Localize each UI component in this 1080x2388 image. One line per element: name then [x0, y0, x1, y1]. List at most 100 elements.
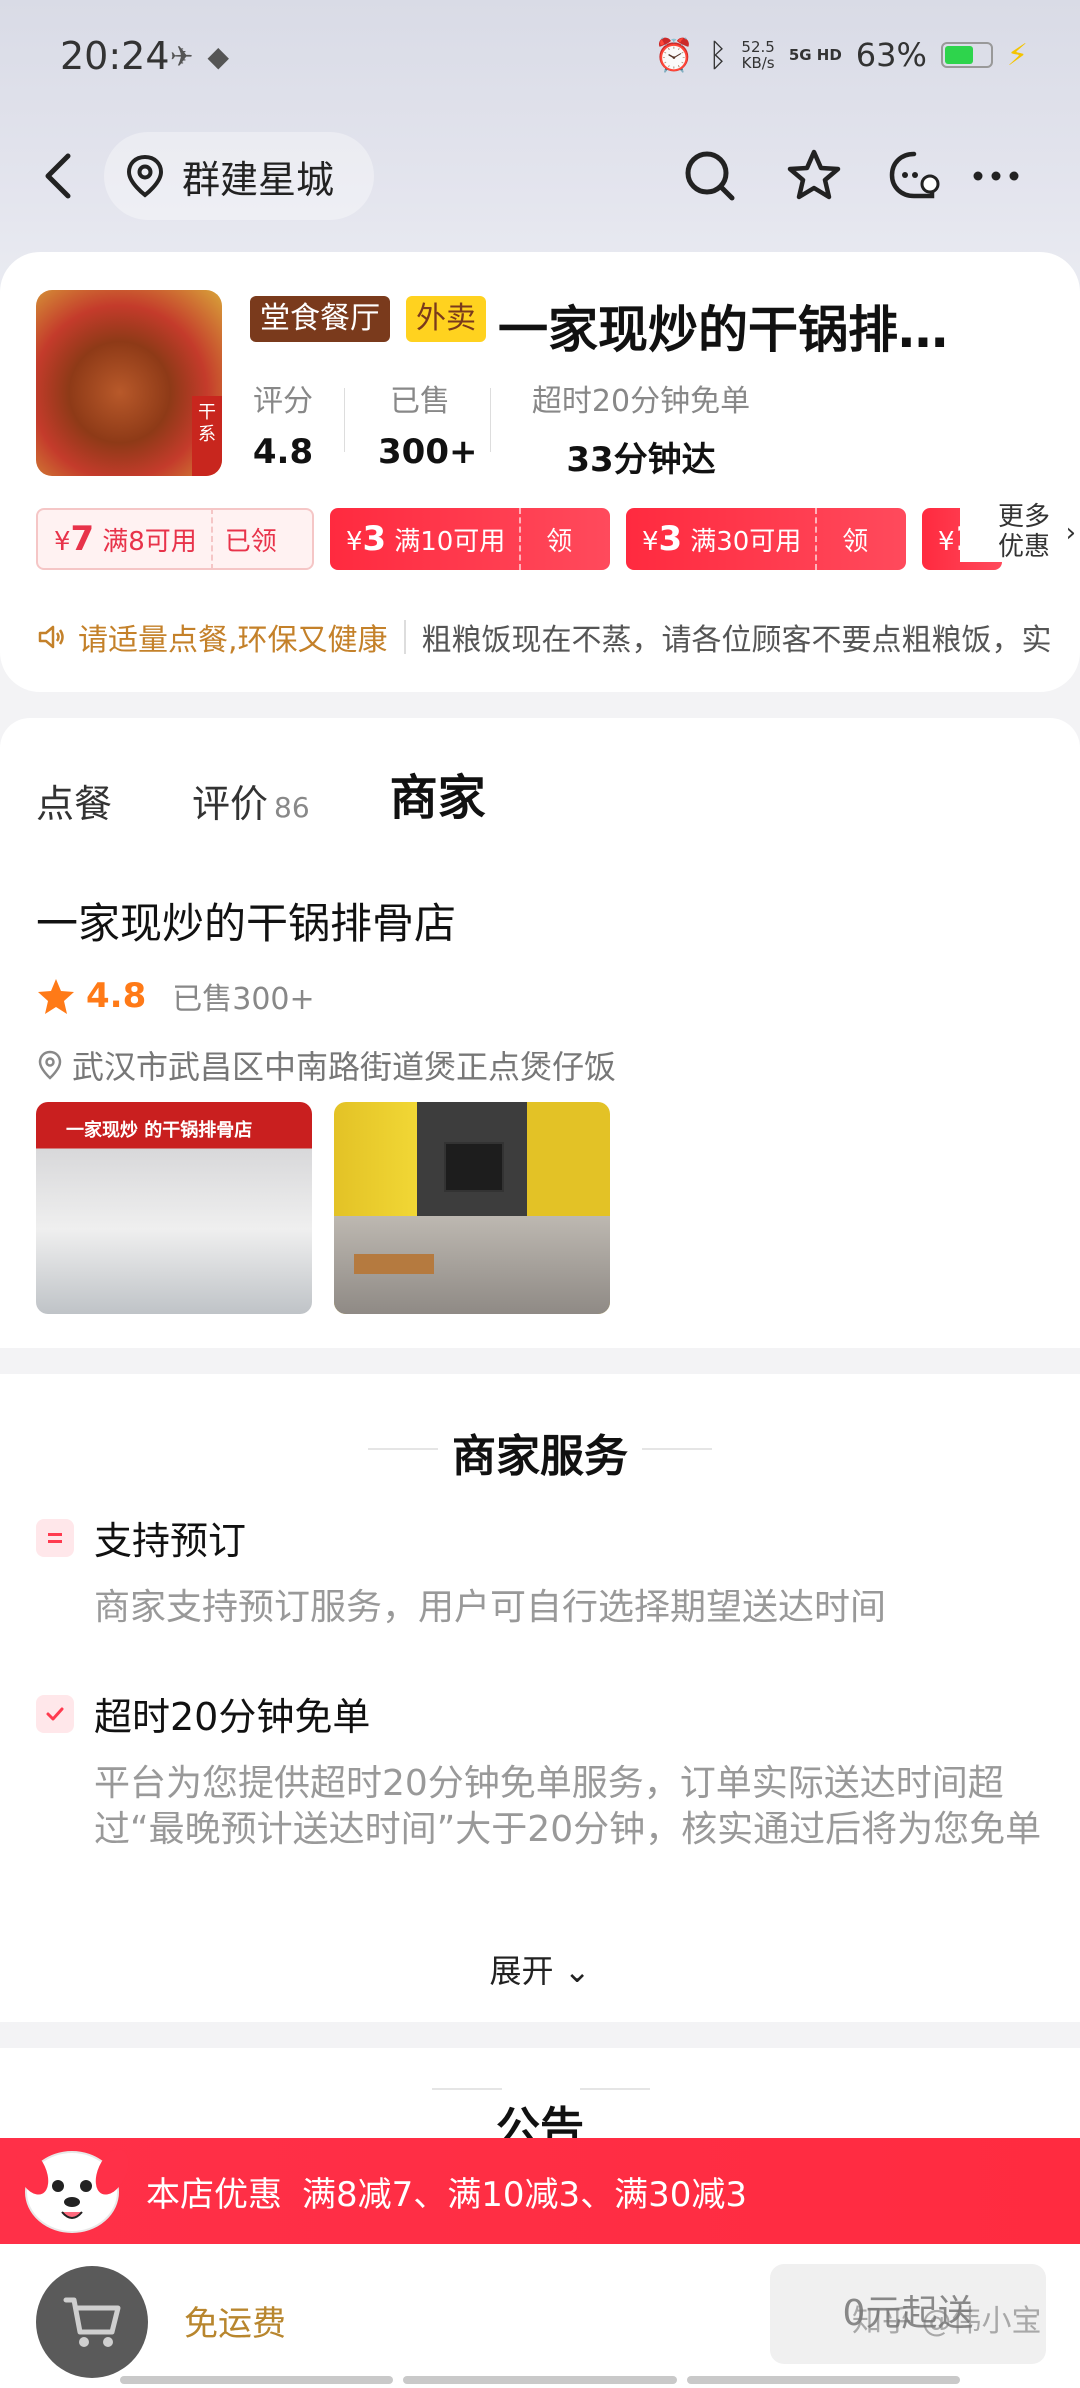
tab-merchant[interactable]: 商家 — [389, 758, 486, 828]
service-header: 超时20分钟免单 — [36, 1686, 1046, 1741]
net-speed-unit: KB/s — [741, 54, 775, 72]
coupon-condition: 满8可用 — [102, 526, 197, 557]
service-title: 超时20分钟免单 — [94, 1695, 371, 1739]
star-icon[interactable] — [784, 146, 844, 206]
store-sign-text: 一家现炒 的干锅排骨店 — [66, 1120, 253, 1141]
net-speed: 52.5 KB/s — [741, 39, 774, 71]
status-bar: 20:24 ✈ ◆ ⏰ ᛒ 52.5 KB/s 5G HD 63% ⚡ — [0, 0, 1080, 118]
divider — [403, 620, 406, 654]
tab-reviews[interactable]: 评价 86 — [192, 773, 310, 828]
stat-value: 33分钟达 — [566, 440, 716, 480]
status-notification-icons: ✈ ◆ — [170, 40, 229, 73]
location-pin-icon — [126, 154, 164, 198]
app-notification-icon: ◆ — [207, 40, 230, 73]
more-deals-button[interactable]: 更多 优惠 › — [960, 502, 1080, 562]
coupon-amount: ¥7 — [54, 519, 95, 559]
promo-text: 满8减7、满10减3、满30减3 — [302, 2174, 748, 2215]
divider — [490, 388, 491, 452]
store-photo-front[interactable]: 一家现炒 的干锅排骨店 — [36, 1102, 312, 1314]
expand-button[interactable]: 展开 ⌄ — [0, 1946, 1080, 1992]
notice-marquee[interactable]: 请适量点餐,环保又健康 粗粮饭现在不蒸，请各位顾客不要点粗粮饭，实 — [36, 612, 1080, 662]
merchant-services-section: 商家服务 支持预订 商家支持预订服务，用户可自行选择期望送达时间 超时20分钟免… — [0, 1374, 1080, 2022]
expand-label: 展开 — [489, 1952, 554, 1990]
title-line — [642, 1448, 712, 1450]
speaker-icon — [38, 625, 64, 649]
stat-value: 4.8 — [252, 432, 314, 472]
merchant-address[interactable]: 武汉市武昌区中南路街道煲正点煲仔饭 — [36, 1042, 616, 1088]
coupon-claimable[interactable]: ¥3 满30可用 领 — [626, 508, 906, 570]
battery-percent: 63% — [855, 36, 927, 74]
alarm-icon: ⏰ — [654, 36, 695, 74]
divider — [344, 388, 345, 452]
bluetooth-icon: ᛒ — [708, 36, 728, 74]
service-item: 超时20分钟免单 平台为您提供超时20分钟免单服务，订单实际送达时间超过“最晚预… — [36, 1686, 1046, 1853]
stat-label: 超时20分钟免单 — [531, 384, 751, 419]
battery-icon — [940, 42, 993, 68]
cart-button[interactable] — [36, 2266, 148, 2378]
stat-label: 已售 — [390, 384, 450, 419]
shop-header-card: 干系 堂食餐厅 外卖 一家现炒的干锅排… 评分 4.8 已售 300+ 超时20… — [0, 252, 1080, 692]
takeout-badge: 外卖 — [406, 296, 486, 342]
tab-order[interactable]: 点餐 — [36, 773, 112, 828]
coupon-amount: ¥3 — [642, 519, 683, 559]
watermark: 知乎 @伟小宝 — [852, 2304, 1042, 2339]
reservation-icon — [36, 1518, 74, 1557]
star-filled-icon — [38, 979, 74, 1014]
coupon-action: 已领 — [224, 526, 277, 557]
search-icon[interactable] — [680, 146, 740, 206]
location-pin-icon — [38, 1050, 62, 1080]
chevron-right-icon: › — [1065, 518, 1076, 548]
thumbnail-tag: 干系 — [192, 396, 222, 476]
store-promo-banner[interactable]: 本店优惠 满8减7、满10减3、满30减3 — [0, 2138, 1080, 2244]
status-time: 20:24 — [60, 34, 170, 78]
coupon-condition: 满30可用 — [690, 526, 802, 557]
free-shipping-label: 免运费 — [184, 2304, 286, 2344]
shopping-cart-icon — [63, 2297, 121, 2347]
merchant-name: 一家现炒的干锅排骨店 — [36, 899, 457, 948]
shop-name-header: 一家现炒的干锅排… — [498, 301, 948, 359]
tab-label: 评价 — [192, 782, 269, 826]
shop-thumbnail[interactable]: 干系 — [36, 290, 222, 476]
title-line — [432, 2088, 502, 2090]
stat-label: 评分 — [253, 384, 313, 419]
merchant-sold: 已售300+ — [172, 982, 315, 1017]
service-title: 支持预订 — [94, 1519, 247, 1563]
chevron-down-icon: ⌄ — [563, 1952, 591, 1990]
shield-check-icon — [36, 1694, 74, 1733]
service-item: 支持预订 商家支持预订服务，用户可自行选择期望送达时间 — [36, 1510, 1046, 1631]
nav-bar: 群建星城 — [0, 128, 1080, 224]
more-icon[interactable] — [966, 146, 1026, 206]
charging-icon: ⚡ — [1006, 37, 1028, 73]
menu-board — [444, 1142, 504, 1192]
tab-label: 点餐 — [36, 782, 113, 826]
services-title: 商家服务 — [452, 1431, 628, 1482]
back-icon[interactable] — [34, 146, 84, 206]
location-selector[interactable]: 群建星城 — [104, 132, 375, 220]
bird-icon: ✈ — [170, 40, 194, 73]
service-description: 平台为您提供超时20分钟免单服务，订单实际送达时间超过“最晚预计送达时间”大于2… — [94, 1763, 1042, 1850]
net-speed-value: 52.5 — [741, 38, 775, 56]
title-line — [580, 2088, 650, 2090]
notice-text: 粗粮饭现在不蒸，请各位顾客不要点粗粮饭，实 — [421, 623, 1052, 658]
customer-service-icon[interactable] — [884, 146, 944, 206]
service-description: 商家支持预订服务，用户可自行选择期望送达时间 — [94, 1587, 887, 1628]
tab-label: 商家 — [389, 770, 486, 826]
announcement-section: 公告 — [0, 2048, 1080, 2154]
promo-label: 本店优惠 — [146, 2174, 282, 2215]
store-photo-interior[interactable] — [334, 1102, 610, 1314]
address-text: 武汉市武昌区中南路街道煲正点煲仔饭 — [72, 1048, 617, 1086]
coupon-claimable[interactable]: ¥3 满10可用 领 — [330, 508, 610, 570]
stat-rating: 评分 4.8 — [250, 376, 316, 472]
stat-value: 300+ — [378, 432, 478, 472]
status-right: ⏰ ᛒ 52.5 KB/s 5G HD 63% ⚡ — [654, 36, 1028, 74]
coupon-amount: ¥3 — [346, 519, 387, 559]
review-count: 86 — [274, 791, 310, 824]
location-text: 群建星城 — [182, 157, 335, 202]
service-header: 支持预订 — [36, 1510, 1046, 1565]
coupon-claimed[interactable]: ¥7 满8可用 已领 — [36, 508, 314, 570]
coupon-row: ¥7 满8可用 已领 ¥3 满10可用 领 ¥3 满30可用 领 ¥1 — [36, 508, 1080, 570]
notice-highlight: 请适量点餐,环保又健康 — [78, 623, 388, 658]
stat-sold: 已售 300+ — [378, 376, 478, 472]
stat-delivery: 超时20分钟免单 33分钟达 — [526, 376, 756, 481]
merchant-rating-row: 4.8 已售300+ — [36, 974, 315, 1018]
